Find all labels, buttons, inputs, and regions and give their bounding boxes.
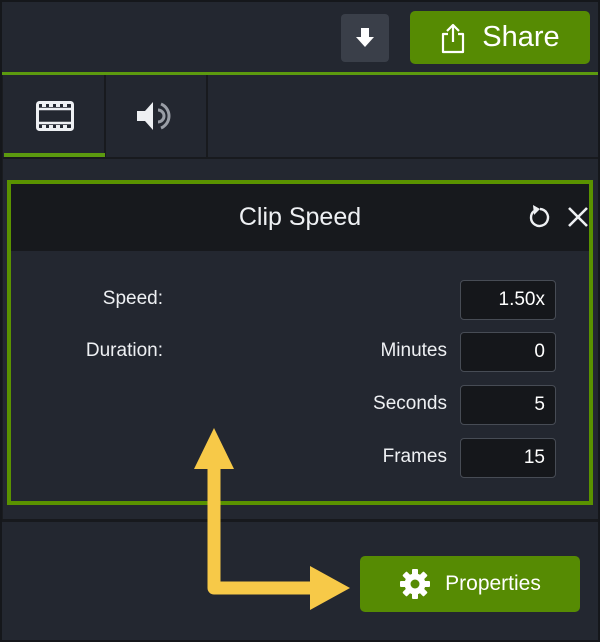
close-icon	[568, 207, 588, 227]
seconds-label: Seconds	[373, 393, 447, 414]
panel-bottom-divider	[0, 519, 600, 522]
close-button[interactable]	[565, 204, 591, 230]
minutes-input[interactable]	[460, 332, 556, 372]
share-button-label: Share	[482, 21, 560, 53]
tab-divider	[206, 75, 208, 157]
download-arrow-icon	[356, 28, 374, 47]
frames-input[interactable]	[460, 438, 556, 478]
reset-icon	[529, 205, 550, 228]
panel-header: Clip Speed	[11, 184, 589, 251]
gear-icon	[400, 569, 431, 599]
speed-label: Speed:	[102, 288, 163, 309]
duration-label: Duration:	[85, 340, 163, 361]
frames-label: Frames	[382, 446, 447, 467]
share-button[interactable]: Share	[410, 11, 590, 64]
panel-title: Clip Speed	[238, 203, 362, 231]
download-button[interactable]	[341, 14, 389, 62]
seconds-input[interactable]	[460, 385, 556, 425]
properties-button[interactable]: Properties	[360, 556, 580, 612]
tabs-divider	[0, 157, 600, 159]
annotation-arrowhead-right	[310, 566, 350, 610]
reset-button[interactable]	[526, 204, 552, 230]
speed-input[interactable]	[460, 280, 556, 320]
minutes-label: Minutes	[380, 340, 447, 361]
clip-speed-panel: Clip Speed Speed: Duration: Minutes Seco…	[7, 180, 593, 505]
top-toolbar: Share	[0, 0, 600, 72]
properties-tabs	[0, 75, 600, 157]
properties-button-label: Properties	[445, 572, 541, 595]
tab-video[interactable]	[4, 75, 105, 157]
film-strip-icon	[35, 101, 74, 131]
speaker-icon	[137, 102, 171, 130]
left-edge	[0, 75, 3, 520]
share-upload-icon	[442, 23, 465, 53]
tab-audio[interactable]	[106, 75, 206, 157]
